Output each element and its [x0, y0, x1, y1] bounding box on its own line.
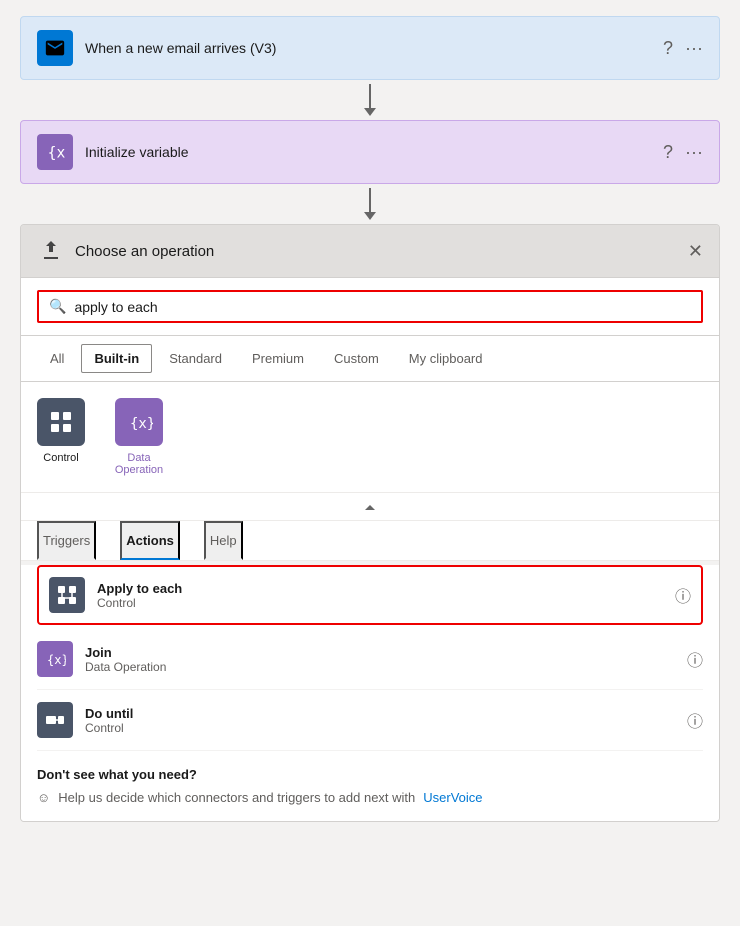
variable-step[interactable]: {x} Initialize variable ? ··· — [20, 120, 720, 184]
dataop-svg: {x} — [125, 408, 153, 436]
subtab-help[interactable]: Help — [204, 521, 243, 560]
do-until-text: Do until Control — [85, 706, 687, 735]
smiley-icon: ☺ — [37, 790, 50, 805]
collapse-bar[interactable] — [21, 493, 719, 521]
do-until-info[interactable]: ⓘ — [687, 708, 703, 732]
join-icon: {x} — [37, 641, 73, 677]
apply-to-each-info[interactable]: ⓘ — [675, 583, 691, 607]
connectors-grid: Control {x} Data Operation — [37, 398, 703, 476]
variable-more-icon[interactable]: ··· — [685, 142, 703, 163]
tab-custom[interactable]: Custom — [321, 344, 392, 373]
svg-text:{x}: {x} — [47, 653, 66, 667]
filter-tabs: All Built-in Standard Premium Custom My … — [21, 336, 719, 382]
action-join[interactable]: {x} Join Data Operation ⓘ — [37, 629, 703, 690]
tab-all[interactable]: All — [37, 344, 77, 373]
control-icon — [37, 398, 85, 446]
tab-standard[interactable]: Standard — [156, 344, 235, 373]
email-icon — [44, 37, 66, 59]
tab-premium[interactable]: Premium — [239, 344, 317, 373]
dont-see-body: ☺ Help us decide which connectors and tr… — [37, 790, 703, 805]
subtab-actions[interactable]: Actions — [120, 521, 180, 560]
email-more-icon[interactable]: ··· — [685, 38, 703, 59]
connector-control[interactable]: Control — [37, 398, 85, 476]
action-apply-to-each[interactable]: Apply to each Control ⓘ — [37, 565, 703, 625]
choose-operation-panel: Choose an operation ✕ 🔍 All Built-in Sta… — [20, 224, 720, 822]
apply-to-each-sub: Control — [97, 596, 675, 610]
apply-to-each-text: Apply to each Control — [97, 581, 675, 610]
action-do-until[interactable]: Do until Control ⓘ — [37, 690, 703, 751]
search-container: 🔍 — [21, 278, 719, 336]
variable-icon: {x} — [44, 141, 66, 163]
email-step-actions: ? ··· — [663, 38, 703, 59]
do-until-sub: Control — [85, 721, 687, 735]
join-text: Join Data Operation — [85, 645, 687, 674]
tab-builtin[interactable]: Built-in — [81, 344, 152, 373]
connector-dataop[interactable]: {x} Data Operation — [109, 398, 169, 476]
choose-panel-title: Choose an operation — [75, 243, 688, 260]
dont-see-text: Help us decide which connectors and trig… — [58, 790, 415, 805]
connectors-area: Control {x} Data Operation — [21, 382, 719, 493]
email-step-title: When a new email arrives (V3) — [85, 40, 663, 56]
join-sub: Data Operation — [85, 660, 687, 674]
do-until-name: Do until — [85, 706, 687, 721]
variable-step-icon: {x} — [37, 134, 73, 170]
apply-each-svg — [56, 584, 78, 606]
svg-text:{x}: {x} — [48, 145, 66, 162]
variable-help-icon[interactable]: ? — [663, 142, 673, 163]
control-label: Control — [43, 452, 78, 464]
apply-to-each-name: Apply to each — [97, 581, 675, 596]
email-step-icon — [37, 30, 73, 66]
download-icon — [39, 239, 63, 263]
choose-panel-header: Choose an operation ✕ — [21, 225, 719, 278]
email-step[interactable]: When a new email arrives (V3) ? ··· — [20, 16, 720, 80]
close-button[interactable]: ✕ — [688, 241, 703, 262]
dont-see-title: Don't see what you need? — [37, 767, 703, 782]
subtab-triggers[interactable]: Triggers — [37, 521, 96, 560]
join-svg: {x} — [44, 648, 66, 670]
uservoice-link[interactable]: UserVoice — [423, 790, 482, 805]
dont-see-section: Don't see what you need? ☺ Help us decid… — [21, 751, 719, 821]
variable-step-actions: ? ··· — [663, 142, 703, 163]
search-input[interactable] — [74, 299, 691, 315]
do-until-svg — [44, 709, 66, 731]
email-help-icon[interactable]: ? — [663, 38, 673, 59]
action-list: Apply to each Control ⓘ {x} Join Data Op… — [21, 565, 719, 751]
search-box: 🔍 — [37, 290, 703, 323]
arrow-1 — [20, 80, 720, 120]
svg-text:{x}: {x} — [130, 416, 153, 432]
tab-clipboard[interactable]: My clipboard — [396, 344, 496, 373]
variable-step-title: Initialize variable — [85, 144, 663, 160]
do-until-icon — [37, 702, 73, 738]
join-info[interactable]: ⓘ — [687, 647, 703, 671]
dataop-label: Data Operation — [109, 452, 169, 476]
dataop-icon: {x} — [115, 398, 163, 446]
control-svg — [47, 408, 75, 436]
sub-tabs: Triggers Actions Help — [21, 521, 719, 561]
apply-to-each-icon — [49, 577, 85, 613]
arrow-2 — [20, 184, 720, 224]
join-name: Join — [85, 645, 687, 660]
search-icon: 🔍 — [49, 298, 66, 315]
choose-panel-header-icon — [37, 237, 65, 265]
chevron-up-icon — [362, 499, 378, 515]
